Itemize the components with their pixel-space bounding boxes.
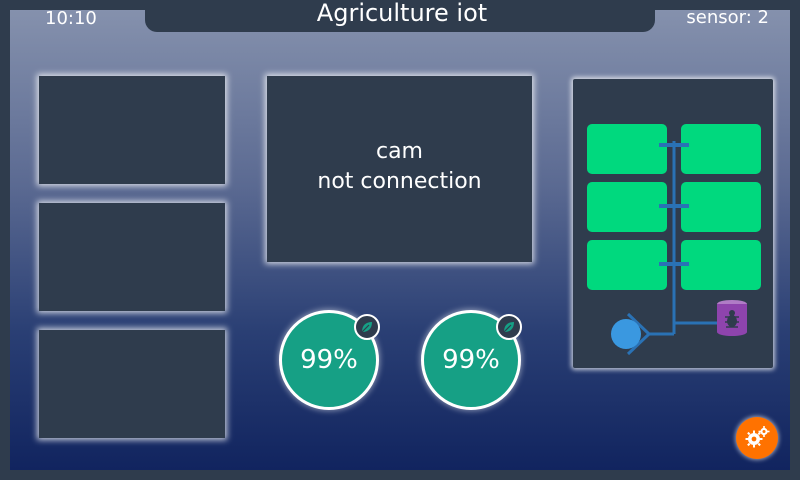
clock: 10:10 (45, 8, 97, 29)
left-panel-2[interactable] (39, 203, 225, 311)
camera-status: not connection (317, 169, 482, 194)
pest-control-icon[interactable] (716, 299, 748, 337)
gears-icon (745, 426, 770, 448)
camera-label: cam (375, 139, 423, 164)
water-pump-icon[interactable] (610, 318, 642, 350)
left-panel-1[interactable] (39, 76, 225, 184)
sensor-count: sensor: 2 (686, 7, 769, 28)
left-panel-3[interactable] (39, 330, 225, 438)
leaf-icon (496, 314, 522, 340)
device-frame: Agriculture iot 10:10 sensor: 2 cam not … (0, 0, 800, 480)
farm-map-panel[interactable] (573, 79, 773, 368)
settings-button[interactable] (736, 417, 778, 459)
leaf-icon (354, 314, 380, 340)
camera-panel[interactable]: cam not connection (267, 76, 532, 262)
app-title: Agriculture iot (316, 0, 488, 27)
